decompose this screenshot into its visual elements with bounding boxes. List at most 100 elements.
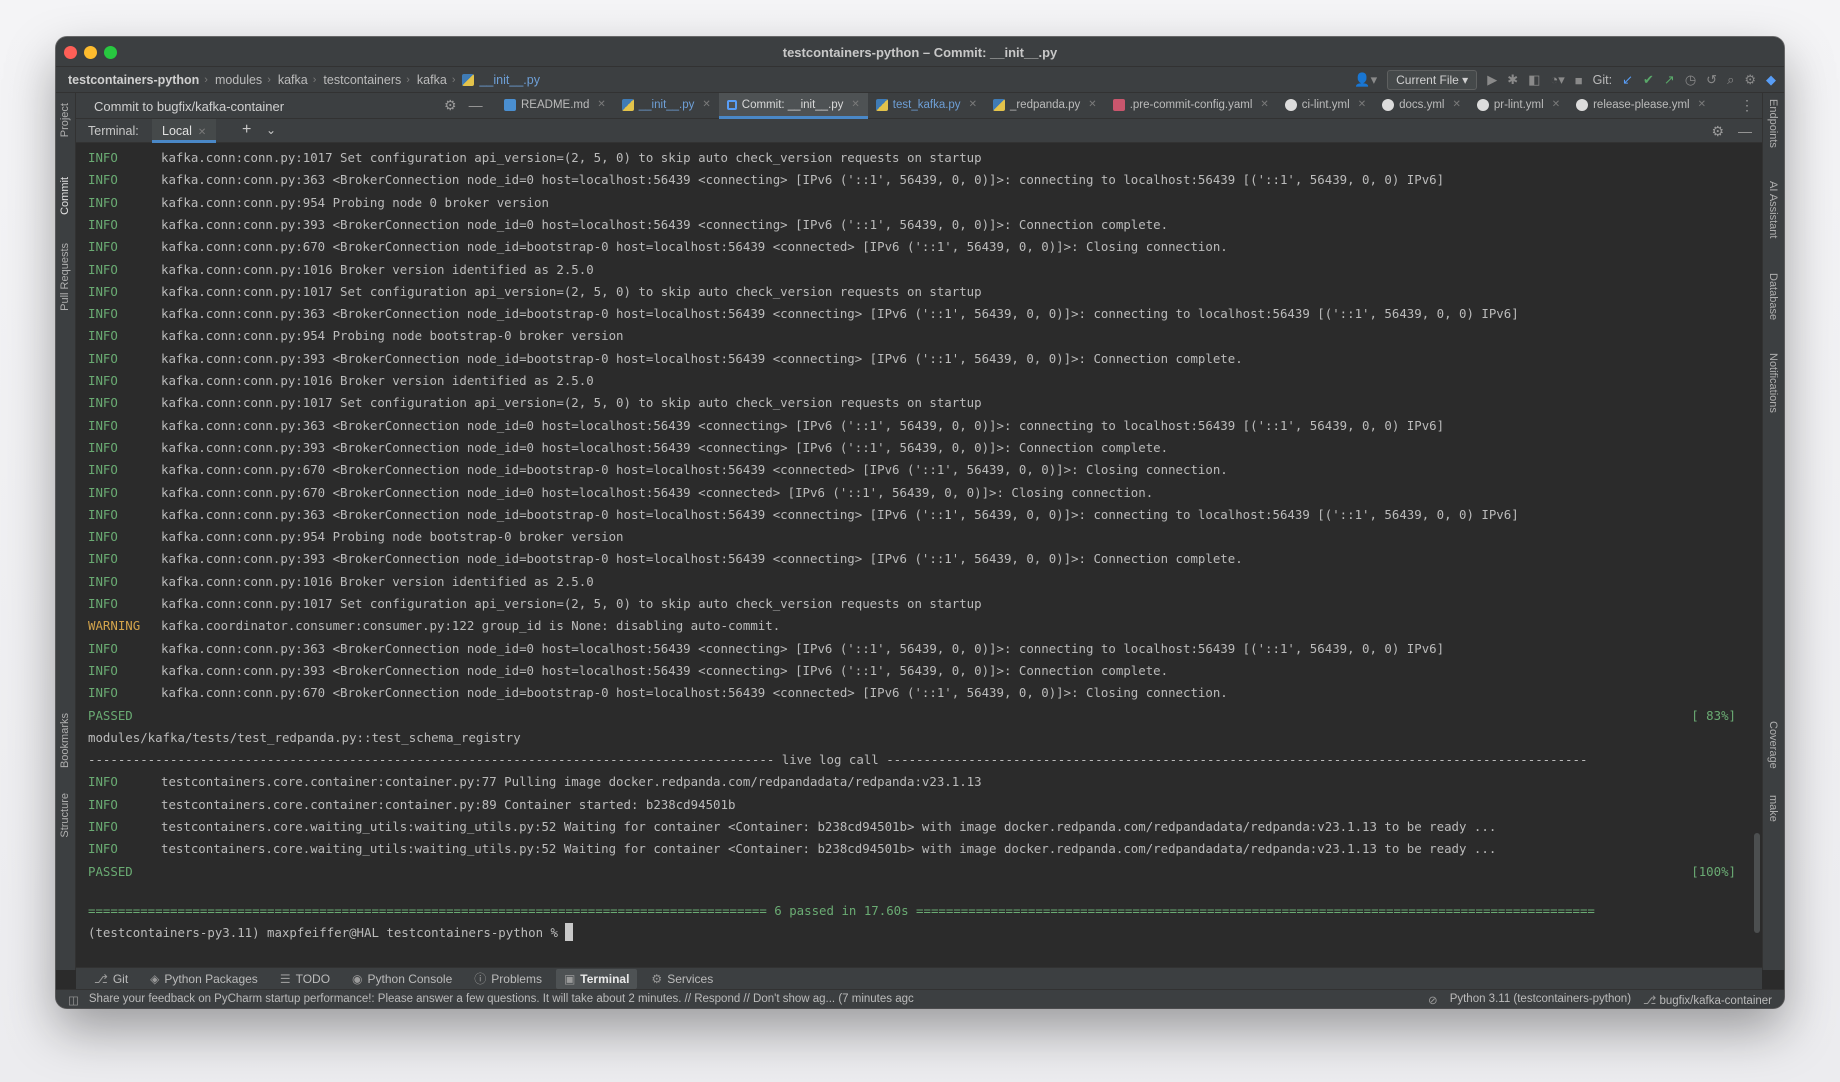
breadcrumb-item[interactable]: testcontainers xyxy=(323,73,401,87)
git-commit-icon[interactable]: ✔ xyxy=(1643,72,1654,88)
editor-tab[interactable]: release-please.yml ✕ xyxy=(1568,93,1714,119)
search-icon[interactable]: ⌕ xyxy=(1727,72,1734,88)
git-branch-label: bugfix/kafka-container xyxy=(1659,995,1772,1007)
editor-tab[interactable]: docs.yml ✕ xyxy=(1374,93,1469,119)
tool-tab-commit[interactable]: Commit xyxy=(59,177,71,215)
log-message: testcontainers.core.waiting_utils:waitin… xyxy=(161,841,1497,857)
bottom-tab-problems[interactable]: ⓘ Problems xyxy=(466,967,550,990)
window-title: testcontainers-python – Commit: __init__… xyxy=(782,45,1058,60)
bottom-tab-label: Services xyxy=(667,971,714,986)
breadcrumb-item[interactable]: modules xyxy=(215,73,262,87)
bottom-tool-tabs: ⎇ Git ◈ Python Packages ☰ TODO ◉ Python Console… xyxy=(76,967,1762,989)
git-update-icon[interactable]: ↙ xyxy=(1622,72,1633,88)
editor-tab-active[interactable]: Commit: __init__.py ✕ xyxy=(718,93,868,119)
breadcrumb-item[interactable]: kafka xyxy=(417,73,447,87)
tool-tab-structure[interactable]: Structure xyxy=(59,793,71,838)
log-line: INFO kafka.conn:conn.py:1016 Broker versi… xyxy=(88,571,1754,593)
history-icon[interactable]: ◷ xyxy=(1685,72,1696,88)
commit-panel-title: Commit to bugfix/kafka-container xyxy=(94,99,285,114)
rollback-icon[interactable]: ↺ xyxy=(1706,72,1717,88)
tool-tab-coverage[interactable]: Coverage xyxy=(1767,721,1779,769)
bottom-tab-python-console[interactable]: ◉ Python Console xyxy=(344,969,460,989)
bottom-tab-todo[interactable]: ☰ TODO xyxy=(272,969,338,989)
gear-icon[interactable]: ⚙ xyxy=(444,97,457,114)
log-level: WARNING xyxy=(88,618,141,634)
python-interpreter[interactable]: Python 3.11 (testcontainers-python) xyxy=(1450,993,1631,1007)
editor-tab[interactable]: __init__.py ✕ xyxy=(614,93,719,119)
editor-tab[interactable]: .pre-commit-config.yaml ✕ xyxy=(1105,93,1277,119)
profile-icon[interactable]: ◔▾ xyxy=(1550,72,1564,88)
bottom-tab-label: TODO xyxy=(295,971,331,986)
editor-tab[interactable]: _redpanda.py ✕ xyxy=(985,93,1105,119)
editor-tab[interactable]: README.md ✕ xyxy=(496,93,614,119)
tool-tab-make[interactable]: make xyxy=(1767,795,1779,822)
tool-tab-notifications[interactable]: Notifications xyxy=(1767,353,1779,413)
close-icon[interactable]: ✕ xyxy=(1260,99,1268,110)
git-branch[interactable]: ⎇ bugfix/kafka-container xyxy=(1643,993,1772,1007)
plugin-logo-icon[interactable]: ◆ xyxy=(1766,72,1776,88)
breadcrumb-item[interactable]: __init__.py xyxy=(479,73,539,87)
tool-tab-bookmarks[interactable]: Bookmarks xyxy=(59,713,71,768)
editor-tab[interactable]: test_kafka.py ✕ xyxy=(868,93,985,119)
editor-tab-label: ci-lint.yml xyxy=(1301,99,1350,111)
bottom-tab-terminal[interactable]: ▣ Terminal xyxy=(555,968,638,989)
close-icon[interactable]: ✕ xyxy=(1698,99,1706,110)
debug-icon[interactable]: ✱ xyxy=(1507,72,1518,88)
log-line: INFO kafka.conn:conn.py:393 <BrokerConnec… xyxy=(88,214,1754,236)
tool-tab-project[interactable]: Project xyxy=(59,103,71,137)
close-icon[interactable]: ✕ xyxy=(1552,99,1560,110)
user-icon[interactable]: 👤▾ xyxy=(1354,72,1377,88)
gear-icon[interactable]: ⚙ xyxy=(1711,123,1724,140)
close-icon[interactable]: ✕ xyxy=(969,99,977,110)
log-line: INFO kafka.conn:conn.py:670 <BrokerConnec… xyxy=(88,459,1754,481)
tool-tab-ai-assistant[interactable]: AI Assistant xyxy=(1767,181,1779,238)
close-icon[interactable]: ✕ xyxy=(597,99,605,110)
minimize-icon[interactable]: — xyxy=(1738,123,1752,140)
more-tabs-icon[interactable]: ⋮ xyxy=(1740,97,1754,114)
bottom-tab-services[interactable]: ⚙ Services xyxy=(643,969,721,989)
close-icon[interactable]: ✕ xyxy=(1088,99,1096,110)
git-push-icon[interactable]: ↗ xyxy=(1664,72,1675,88)
editor-tab[interactable]: pr-lint.yml ✕ xyxy=(1469,93,1568,119)
editor-tab[interactable]: ci-lint.yml ✕ xyxy=(1277,93,1374,119)
log-message: kafka.conn:conn.py:954 Probing node boot… xyxy=(161,328,624,344)
no-inspections-icon[interactable]: ⊘ xyxy=(1428,993,1438,1007)
layout-icon[interactable]: ◫ xyxy=(68,993,79,1007)
close-icon[interactable]: ✕ xyxy=(702,99,710,110)
python-file-icon xyxy=(992,99,1005,111)
close-icon[interactable]: ✕ xyxy=(851,99,859,110)
run-icon[interactable]: ▶ xyxy=(1487,72,1497,88)
chevron-down-icon[interactable]: ⌄ xyxy=(266,123,276,137)
coverage-icon[interactable]: ◧ xyxy=(1528,72,1540,88)
editor-tab-label: .pre-commit-config.yaml xyxy=(1129,99,1253,111)
log-line: INFO testcontainers.core.container:contai… xyxy=(88,794,1754,816)
close-icon[interactable]: ✕ xyxy=(1358,99,1366,110)
bottom-tab-git[interactable]: ⎇ Git xyxy=(86,969,136,989)
log-message: kafka.conn:conn.py:363 <BrokerConnection… xyxy=(161,172,1445,188)
breadcrumb-item[interactable]: testcontainers-python xyxy=(68,73,199,87)
terminal-header: Terminal: Local ✕ + ⌄ ⚙ — xyxy=(76,119,1762,143)
close-icon[interactable]: ✕ xyxy=(1452,99,1460,110)
log-line: INFO kafka.conn:conn.py:363 <BrokerConnec… xyxy=(88,415,1754,437)
stop-icon[interactable]: ■ xyxy=(1575,73,1583,88)
terminal-output[interactable]: INFO kafka.conn:conn.py:1017 Set configur… xyxy=(76,143,1762,941)
editor-tab-label: release-please.yml xyxy=(1593,99,1690,111)
tool-tab-pull-requests[interactable]: Pull Requests xyxy=(59,243,71,311)
new-terminal-button[interactable]: + xyxy=(242,121,251,139)
live-log-separator: ----------------------------------------… xyxy=(88,752,1588,768)
terminal-tab-local[interactable]: Local ✕ xyxy=(152,119,217,143)
bottom-tab-python-packages[interactable]: ◈ Python Packages xyxy=(142,969,266,989)
gear-icon[interactable]: ⚙ xyxy=(1744,72,1756,88)
vertical-scrollbar[interactable] xyxy=(1754,833,1760,933)
breadcrumb-item[interactable]: kafka xyxy=(278,73,308,87)
tool-tab-database[interactable]: Database xyxy=(1767,273,1779,320)
minimize-icon[interactable]: — xyxy=(469,97,483,114)
close-icon[interactable]: ✕ xyxy=(198,127,206,138)
editor-tab-label: pr-lint.yml xyxy=(1493,99,1544,111)
log-message: kafka.conn:conn.py:670 <BrokerConnection… xyxy=(161,484,1154,500)
run-configuration-select[interactable]: Current File ▾ xyxy=(1387,70,1478,90)
tool-tab-endpoints[interactable]: Endpoints xyxy=(1767,99,1779,148)
commit-panel-tools: ⚙ — xyxy=(444,97,483,114)
status-message[interactable]: Share your feedback on PyCharm startup p… xyxy=(89,993,914,1007)
bottom-tab-label: Python Packages xyxy=(164,971,258,986)
